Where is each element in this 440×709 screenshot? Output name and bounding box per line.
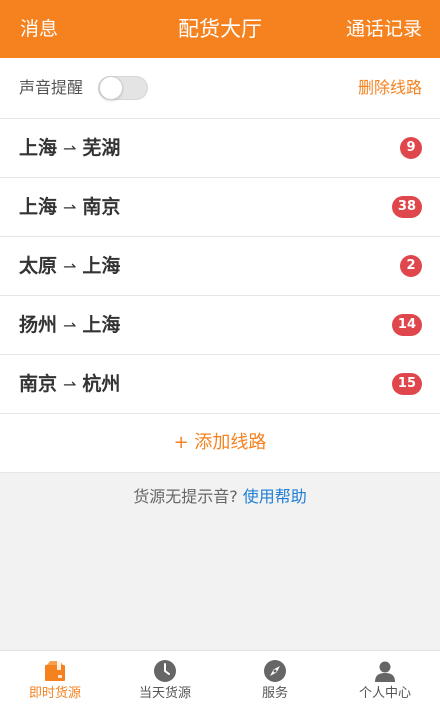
- route-destination: 上海: [82, 255, 121, 277]
- route-label: 扬州 ⇀ 上海: [19, 296, 120, 355]
- route-count-badge: 2: [400, 255, 422, 277]
- route-label: 上海 ⇀ 南京: [19, 178, 120, 237]
- route-destination: 上海: [82, 314, 121, 336]
- sound-reminder-row: 声音提醒 删除线路: [0, 58, 440, 119]
- clock-icon: [154, 660, 176, 682]
- route-item[interactable]: 南京 ⇀ 杭州 15: [0, 355, 440, 414]
- route-count-badge: 15: [391, 373, 422, 395]
- tab-label: 个人中心: [358, 686, 411, 701]
- tab-label: 当天货源: [138, 686, 191, 701]
- tab-instant-cargo[interactable]: 即时货源: [0, 651, 110, 709]
- route-destination: 杭州: [82, 373, 121, 395]
- route-arrow-icon: ⇀: [63, 198, 77, 217]
- sound-help-hint: 货源无提示音? 使用帮助: [0, 474, 440, 520]
- route-count-badge: 9: [400, 137, 422, 159]
- tab-service[interactable]: 服务: [220, 651, 330, 709]
- route-origin: 南京: [19, 373, 58, 395]
- app-header: 消息 配货大厅 通话记录: [0, 0, 440, 58]
- route-label: 上海 ⇀ 芜湖: [19, 119, 120, 178]
- toggle-knob: [99, 76, 123, 100]
- delete-route-button[interactable]: 删除线路: [358, 58, 422, 118]
- route-item[interactable]: 上海 ⇀ 南京 38: [0, 178, 440, 237]
- route-arrow-icon: ⇀: [63, 375, 77, 394]
- route-origin: 上海: [19, 137, 58, 159]
- add-route-button[interactable]: + 添加线路: [0, 414, 440, 473]
- route-item[interactable]: 太原 ⇀ 上海 2: [0, 237, 440, 296]
- compass-icon: [264, 660, 286, 682]
- route-arrow-icon: ⇀: [63, 257, 77, 276]
- route-origin: 上海: [19, 196, 58, 218]
- route-count-badge: 38: [391, 196, 422, 218]
- route-arrow-icon: ⇀: [63, 316, 77, 335]
- route-count-badge: 14: [391, 314, 422, 336]
- help-link[interactable]: 使用帮助: [243, 487, 307, 506]
- tab-profile[interactable]: 个人中心: [330, 651, 440, 709]
- route-origin: 太原: [19, 255, 58, 277]
- route-item[interactable]: 上海 ⇀ 芜湖 9: [0, 119, 440, 178]
- person-icon: [375, 661, 395, 682]
- hint-text: 货源无提示音?: [133, 487, 238, 506]
- route-item[interactable]: 扬州 ⇀ 上海 14: [0, 296, 440, 355]
- route-label: 太原 ⇀ 上海: [19, 237, 120, 296]
- route-destination: 芜湖: [82, 137, 121, 159]
- sound-reminder-toggle[interactable]: [98, 76, 148, 100]
- route-destination: 南京: [82, 196, 121, 218]
- route-arrow-icon: ⇀: [63, 139, 77, 158]
- sound-reminder-label: 声音提醒: [19, 78, 84, 97]
- bottom-tab-bar: 即时货源 当天货源 服务 个人中心: [0, 650, 440, 709]
- tab-today-cargo[interactable]: 当天货源: [110, 651, 220, 709]
- tab-label: 即时货源: [28, 686, 81, 701]
- route-list: 上海 ⇀ 芜湖 9 上海 ⇀ 南京 38 太原 ⇀ 上海 2 扬州 ⇀ 上海 14 南京 ⇀ 杭州 …: [0, 119, 440, 414]
- package-icon: [45, 661, 65, 681]
- route-origin: 扬州: [19, 314, 58, 336]
- route-label: 南京 ⇀ 杭州: [19, 355, 120, 414]
- tab-label: 服务: [261, 686, 288, 701]
- call-log-button[interactable]: 通话记录: [346, 0, 422, 58]
